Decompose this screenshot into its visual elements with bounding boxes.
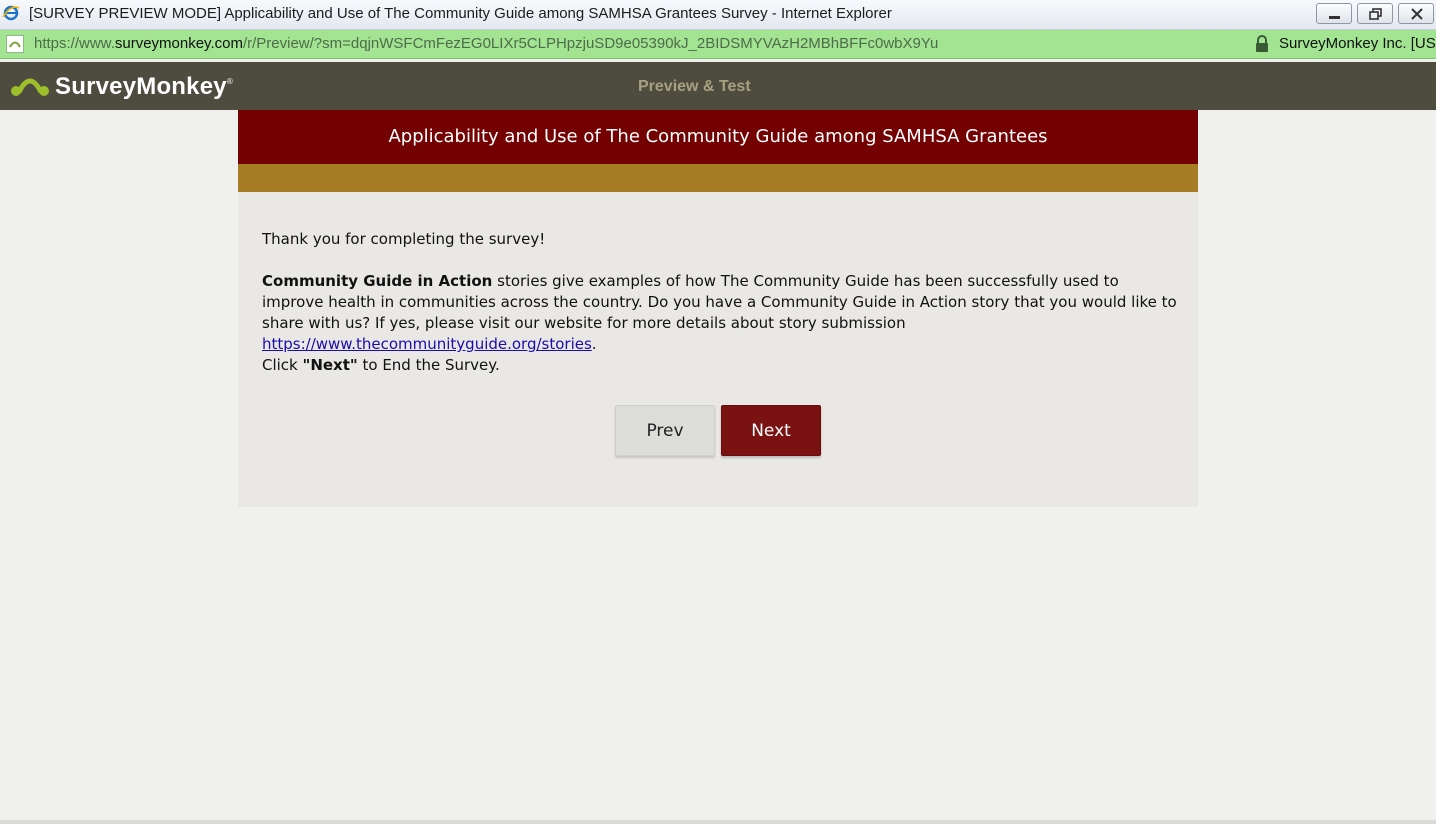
address-bar[interactable]: https://www.surveymonkey.com/r/Preview/?… [0,30,1436,59]
window-title-bar: [SURVEY PREVIEW MODE] Applicability and … [0,0,1436,30]
surveymonkey-logo[interactable]: SurveyMonkey® [55,73,233,101]
thank-you-text: Thank you for completing the survey! [262,230,546,248]
preview-mode-label: Preview & Test [638,78,751,95]
logo-registered-mark: ® [226,77,233,86]
url-text[interactable]: https://www.surveymonkey.com/r/Preview/?… [34,35,938,52]
click-next-bold: "Next" [302,356,358,374]
url-host: surveymonkey.com [114,35,243,52]
next-button[interactable]: Next [721,405,821,456]
minimize-icon [1329,16,1340,19]
restore-button[interactable] [1357,3,1393,24]
survey-title: Applicability and Use of The Community G… [238,110,1198,164]
community-guide-paragraph: Community Guide in Action stories give e… [262,271,1182,355]
url-scheme: https://www. [34,35,115,52]
window-bottom-edge [0,820,1436,824]
minimize-button[interactable] [1316,3,1352,24]
close-button[interactable] [1398,3,1434,24]
surveymonkey-logo-icon [11,78,49,96]
community-guide-bold: Community Guide in Action [262,272,493,290]
logo-text: SurveyMonkey [55,73,227,100]
click-next-instruction: Click "Next" to End the Survey. [262,355,1182,376]
window-title: [SURVEY PREVIEW MODE] Applicability and … [29,5,892,22]
url-path: /r/Preview/?sm=dqjnWSFCmFezEG0LIXr5CLPHp… [242,35,939,52]
survey-page-body: Thank you for completing the survey! Com… [238,192,1198,507]
survey-accent-bar [238,164,1198,192]
click-prefix: Click [262,356,303,374]
certificate-owner[interactable]: SurveyMonkey Inc. [US] [1279,35,1436,52]
prev-button[interactable]: Prev [615,405,715,456]
close-icon [1411,8,1423,20]
survey-container: Applicability and Use of The Community G… [238,110,1198,507]
surveymonkey-favicon-icon [6,35,24,53]
stories-link[interactable]: https://www.thecommunityguide.org/storie… [262,335,592,353]
internet-explorer-icon [2,5,20,21]
surveymonkey-header: SurveyMonkey® Preview & Test [0,62,1436,110]
click-suffix: to End the Survey. [357,356,500,374]
link-period: . [591,335,597,353]
lock-icon[interactable] [1254,35,1270,53]
restore-icon [1369,8,1382,20]
